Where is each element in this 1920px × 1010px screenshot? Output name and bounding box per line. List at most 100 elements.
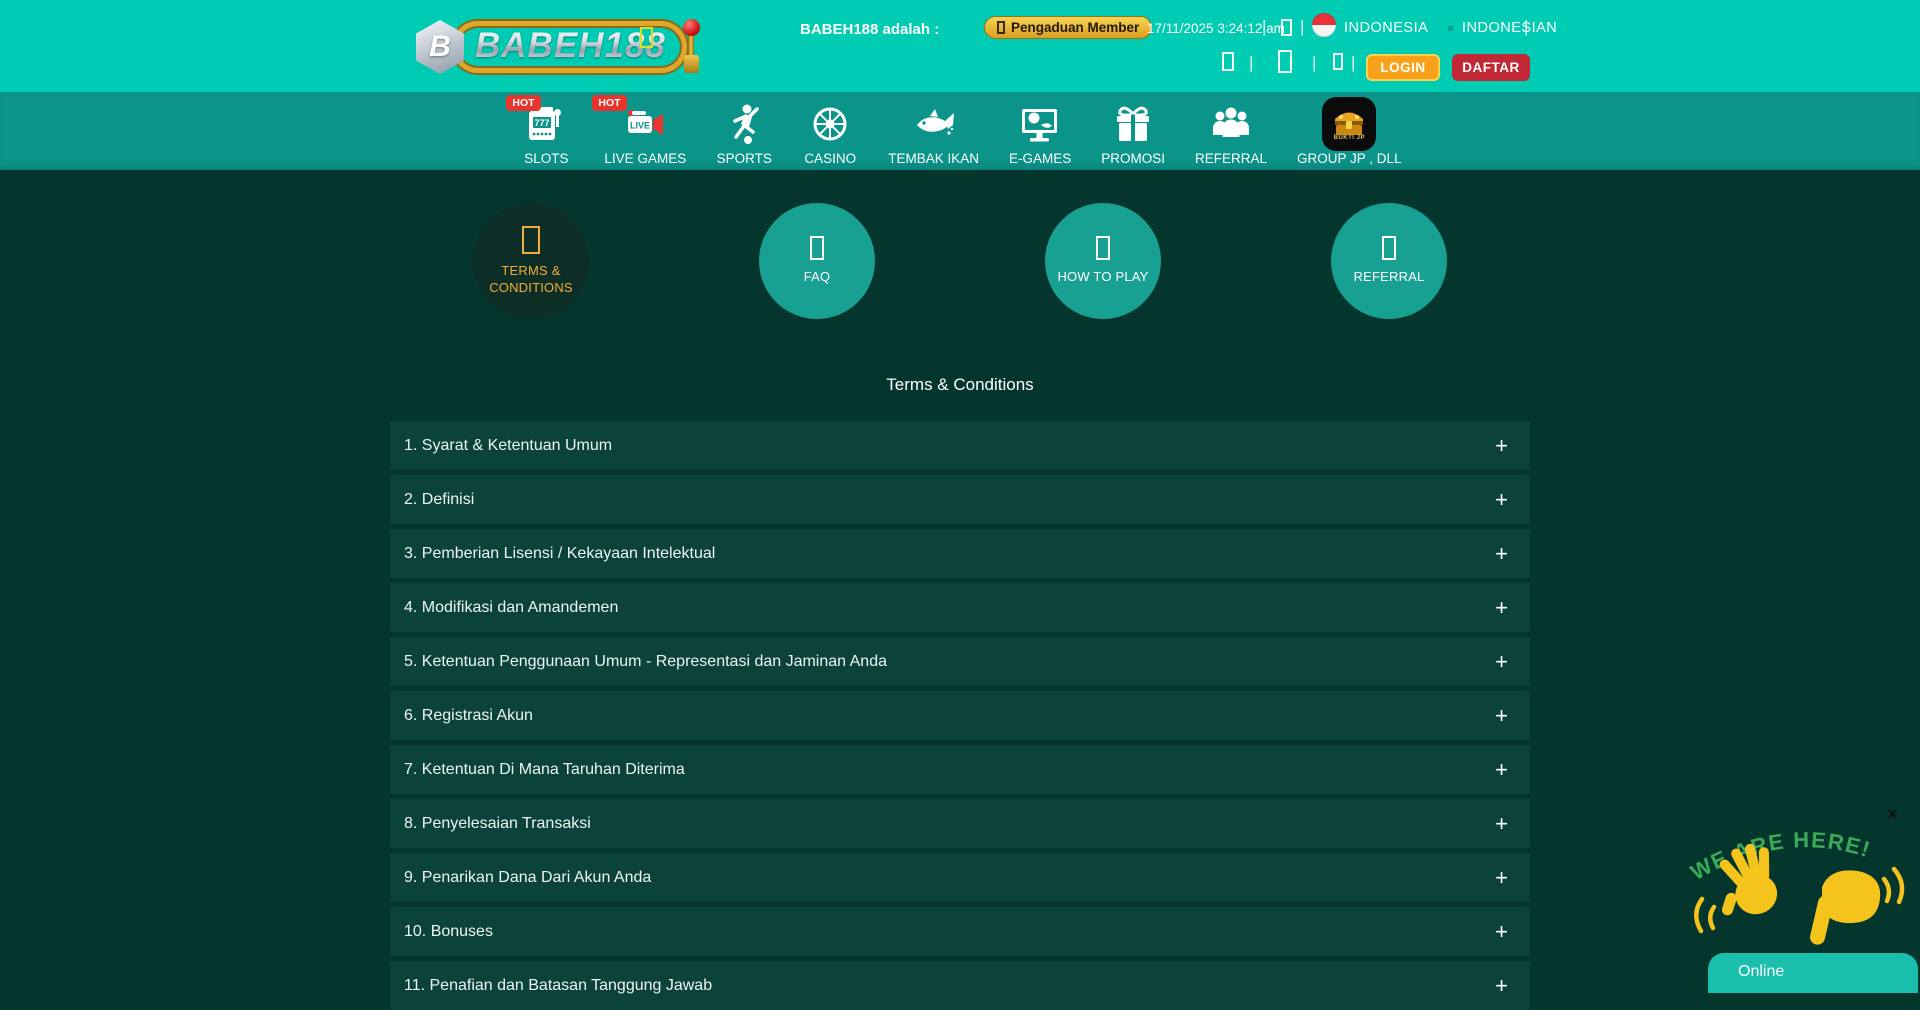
motion-lines-left <box>1696 899 1714 931</box>
separator: | <box>1312 53 1316 73</box>
expand-icon[interactable]: + <box>1495 435 1508 457</box>
accordion-item[interactable]: 3. Pemberian Lisensi / Kekayaan Intelekt… <box>390 529 1530 578</box>
accordion-item[interactable]: 7. Ketentuan Di Mana Taruhan Diterima + <box>390 745 1530 794</box>
accordion-item[interactable]: 8. Penyelesaian Transaksi + <box>390 799 1530 848</box>
accordion-item-title: 8. Penyelesaian Transaksi <box>404 815 591 833</box>
page-title: Terms & Conditions <box>0 375 1920 395</box>
accordion-item[interactable]: 5. Ketentuan Penggunaan Umum - Represent… <box>390 637 1530 686</box>
indonesia-flag-icon <box>1312 13 1336 37</box>
main-navigation: HOT 777 SLOTS HOT LIVE LIVE GAMES SPORTS <box>0 92 1920 170</box>
hot-badge: HOT <box>506 95 540 111</box>
country-label[interactable]: INDONESIA <box>1344 20 1428 36</box>
nav-item-label: SPORTS <box>717 151 772 166</box>
hot-badge: HOT <box>592 95 626 111</box>
header-action-icon-1[interactable] <box>1222 52 1234 71</box>
expand-icon[interactable]: + <box>1495 543 1508 565</box>
nav-item-e-games[interactable]: E-GAMES <box>1009 98 1071 166</box>
language-label[interactable]: INDONESIAN <box>1462 20 1557 36</box>
site-logo[interactable]: B BABEH188 <box>416 19 701 75</box>
nav-item-label: CASINO <box>804 151 856 166</box>
we-are-here-banner: WE ARE HERE! <box>1688 815 1914 957</box>
accordion-item[interactable]: 9. Penarikan Dana Dari Akun Anda + <box>390 853 1530 902</box>
terms-accordion: 1. Syarat & Ketentuan Umum + 2. Definisi… <box>390 421 1530 1010</box>
nav-item-label: REFERRAL <box>1195 151 1267 166</box>
motion-lines-right <box>1884 869 1902 902</box>
nav-item-label: TEMBAK IKAN <box>888 151 979 166</box>
accordion-item-title: 10. Bonuses <box>404 923 493 941</box>
separator: | <box>1524 17 1528 37</box>
placeholder-glyph-icon <box>522 226 540 254</box>
announcement-marquee: BABEH188 adalah : <box>800 21 939 38</box>
quick-link-label: REFERRAL <box>1354 269 1425 285</box>
nav-item-sports[interactable]: SPORTS <box>716 98 772 166</box>
nav-item-label: GROUP JP , DLL <box>1297 151 1402 166</box>
login-button[interactable]: LOGIN <box>1366 54 1440 81</box>
placeholder-glyph-icon <box>1382 236 1396 260</box>
nav-item-promosi[interactable]: PROMOSI <box>1101 98 1165 166</box>
accordion-item-title: 5. Ketentuan Penggunaan Umum - Represent… <box>404 653 887 671</box>
accordion-item[interactable]: 6. Registrasi Akun + <box>390 691 1530 740</box>
complaint-icon <box>997 21 1005 34</box>
expand-icon[interactable]: + <box>1495 759 1508 781</box>
quick-link-label: TERMS & CONDITIONS <box>484 263 578 296</box>
live-chat-widget: × WE ARE HERE! Online <box>1688 795 1920 993</box>
quick-link-label: HOW TO PLAY <box>1057 269 1148 285</box>
quick-link-how-to-play[interactable]: HOW TO PLAY <box>1045 203 1161 319</box>
pointing-hand-icon <box>1809 870 1881 946</box>
quick-links-row: TERMS & CONDITIONS FAQ HOW TO PLAY REFER… <box>0 203 1920 319</box>
svg-text:LIVE: LIVE <box>630 121 650 131</box>
pengaduan-member-button[interactable]: Pengaduan Member <box>984 16 1152 39</box>
nav-item-casino[interactable]: CASINO <box>802 98 858 166</box>
chat-online-panel[interactable]: Online <box>1708 953 1918 993</box>
expand-icon[interactable]: + <box>1495 597 1508 619</box>
chat-status-label: Online <box>1738 963 1784 980</box>
accordion-item-title: 3. Pemberian Lisensi / Kekayaan Intelekt… <box>404 545 715 563</box>
language-dot <box>1448 26 1453 31</box>
header-action-icon-2[interactable] <box>1278 50 1292 73</box>
accordion-item[interactable]: 4. Modifikasi dan Amandemen + <box>390 583 1530 632</box>
header-action-icon-3[interactable] <box>1333 53 1343 70</box>
accordion-item-title: 11. Penafian dan Batasan Tanggung Jawab <box>404 977 712 995</box>
soccer-player-icon <box>722 98 766 150</box>
expand-icon[interactable]: + <box>1495 921 1508 943</box>
placeholder-glyph-icon <box>810 236 824 260</box>
monitor-game-icon <box>1017 98 1063 150</box>
separator: | <box>1249 53 1253 73</box>
expand-icon[interactable]: + <box>1495 867 1508 889</box>
accordion-item-title: 7. Ketentuan Di Mana Taruhan Diterima <box>404 761 685 779</box>
quick-link-terms-conditions[interactable]: TERMS & CONDITIONS <box>473 203 589 319</box>
daftar-button[interactable]: DAFTAR <box>1452 54 1530 81</box>
accordion-item[interactable]: 1. Syarat & Ketentuan Umum + <box>390 421 1530 470</box>
expand-icon[interactable]: + <box>1495 813 1508 835</box>
accordion-item[interactable]: 11. Penafian dan Batasan Tanggung Jawab … <box>390 961 1530 1010</box>
top-header: B BABEH188 BABEH188 adalah : Pengaduan M… <box>0 0 1920 92</box>
quick-link-referral[interactable]: REFERRAL <box>1331 203 1447 319</box>
announcement-speaker-icon <box>640 27 653 48</box>
gift-icon <box>1111 98 1155 150</box>
accordion-item[interactable]: 2. Definisi + <box>390 475 1530 524</box>
nav-item-label: PROMOSI <box>1101 151 1165 166</box>
nav-item-slots[interactable]: HOT 777 SLOTS <box>518 98 574 166</box>
slot-lever-icon <box>683 19 701 75</box>
quick-link-label: FAQ <box>804 269 831 285</box>
nav-item-referral[interactable]: REFERRAL <box>1195 98 1267 166</box>
people-icon <box>1209 98 1253 150</box>
separator: | <box>1351 53 1355 73</box>
accordion-item[interactable]: 10. Bonuses + <box>390 907 1530 956</box>
quick-link-faq[interactable]: FAQ <box>759 203 875 319</box>
nav-item-group-jp-dll[interactable]: BUKTI JP GROUP JP , DLL <box>1297 98 1402 166</box>
nav-item-tembak-ikan[interactable]: TEMBAK IKAN <box>888 98 979 166</box>
separator: | <box>1262 17 1266 37</box>
accordion-item-title: 6. Registrasi Akun <box>404 707 533 725</box>
nav-item-live-games[interactable]: HOT LIVE LIVE GAMES <box>604 98 686 166</box>
sound-toggle-icon[interactable] <box>1281 19 1292 36</box>
expand-icon[interactable]: + <box>1495 651 1508 673</box>
expand-icon[interactable]: + <box>1495 705 1508 727</box>
expand-icon[interactable]: + <box>1495 489 1508 511</box>
expand-icon[interactable]: + <box>1495 975 1508 997</box>
logo-hexagon-icon: B <box>416 20 464 74</box>
accordion-item-title: 9. Penarikan Dana Dari Akun Anda <box>404 869 651 887</box>
nav-item-label: LIVE GAMES <box>604 151 686 166</box>
svg-text:777: 777 <box>535 118 550 128</box>
accordion-item-title: 2. Definisi <box>404 491 474 509</box>
